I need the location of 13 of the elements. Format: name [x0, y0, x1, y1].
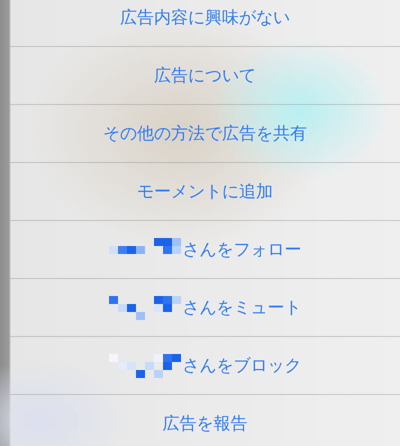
action-sheet-item[interactable]: 広告内容に興味がない [10, 0, 400, 47]
action-sheet-item[interactable]: その他の方法で広告を共有 [10, 105, 400, 163]
action-sheet-item[interactable]: 広告について [10, 47, 400, 105]
redacted-name-drawing [108, 354, 180, 378]
action-sheet-item[interactable]: さんをフォロー [10, 221, 400, 279]
action-sheet-item[interactable]: 広告を報告 [10, 395, 400, 446]
action-sheet-item[interactable]: さんをブロック [10, 337, 400, 395]
action-sheet-item[interactable]: モーメントに追加 [10, 163, 400, 221]
action-sheet-item[interactable]: さんをミュート [10, 279, 400, 337]
action-label: さんをミュート [182, 297, 302, 319]
action-label: さんをフォロー [182, 239, 302, 261]
action-label: さんをブロック [182, 355, 302, 377]
redacted-name-drawing [108, 296, 180, 320]
